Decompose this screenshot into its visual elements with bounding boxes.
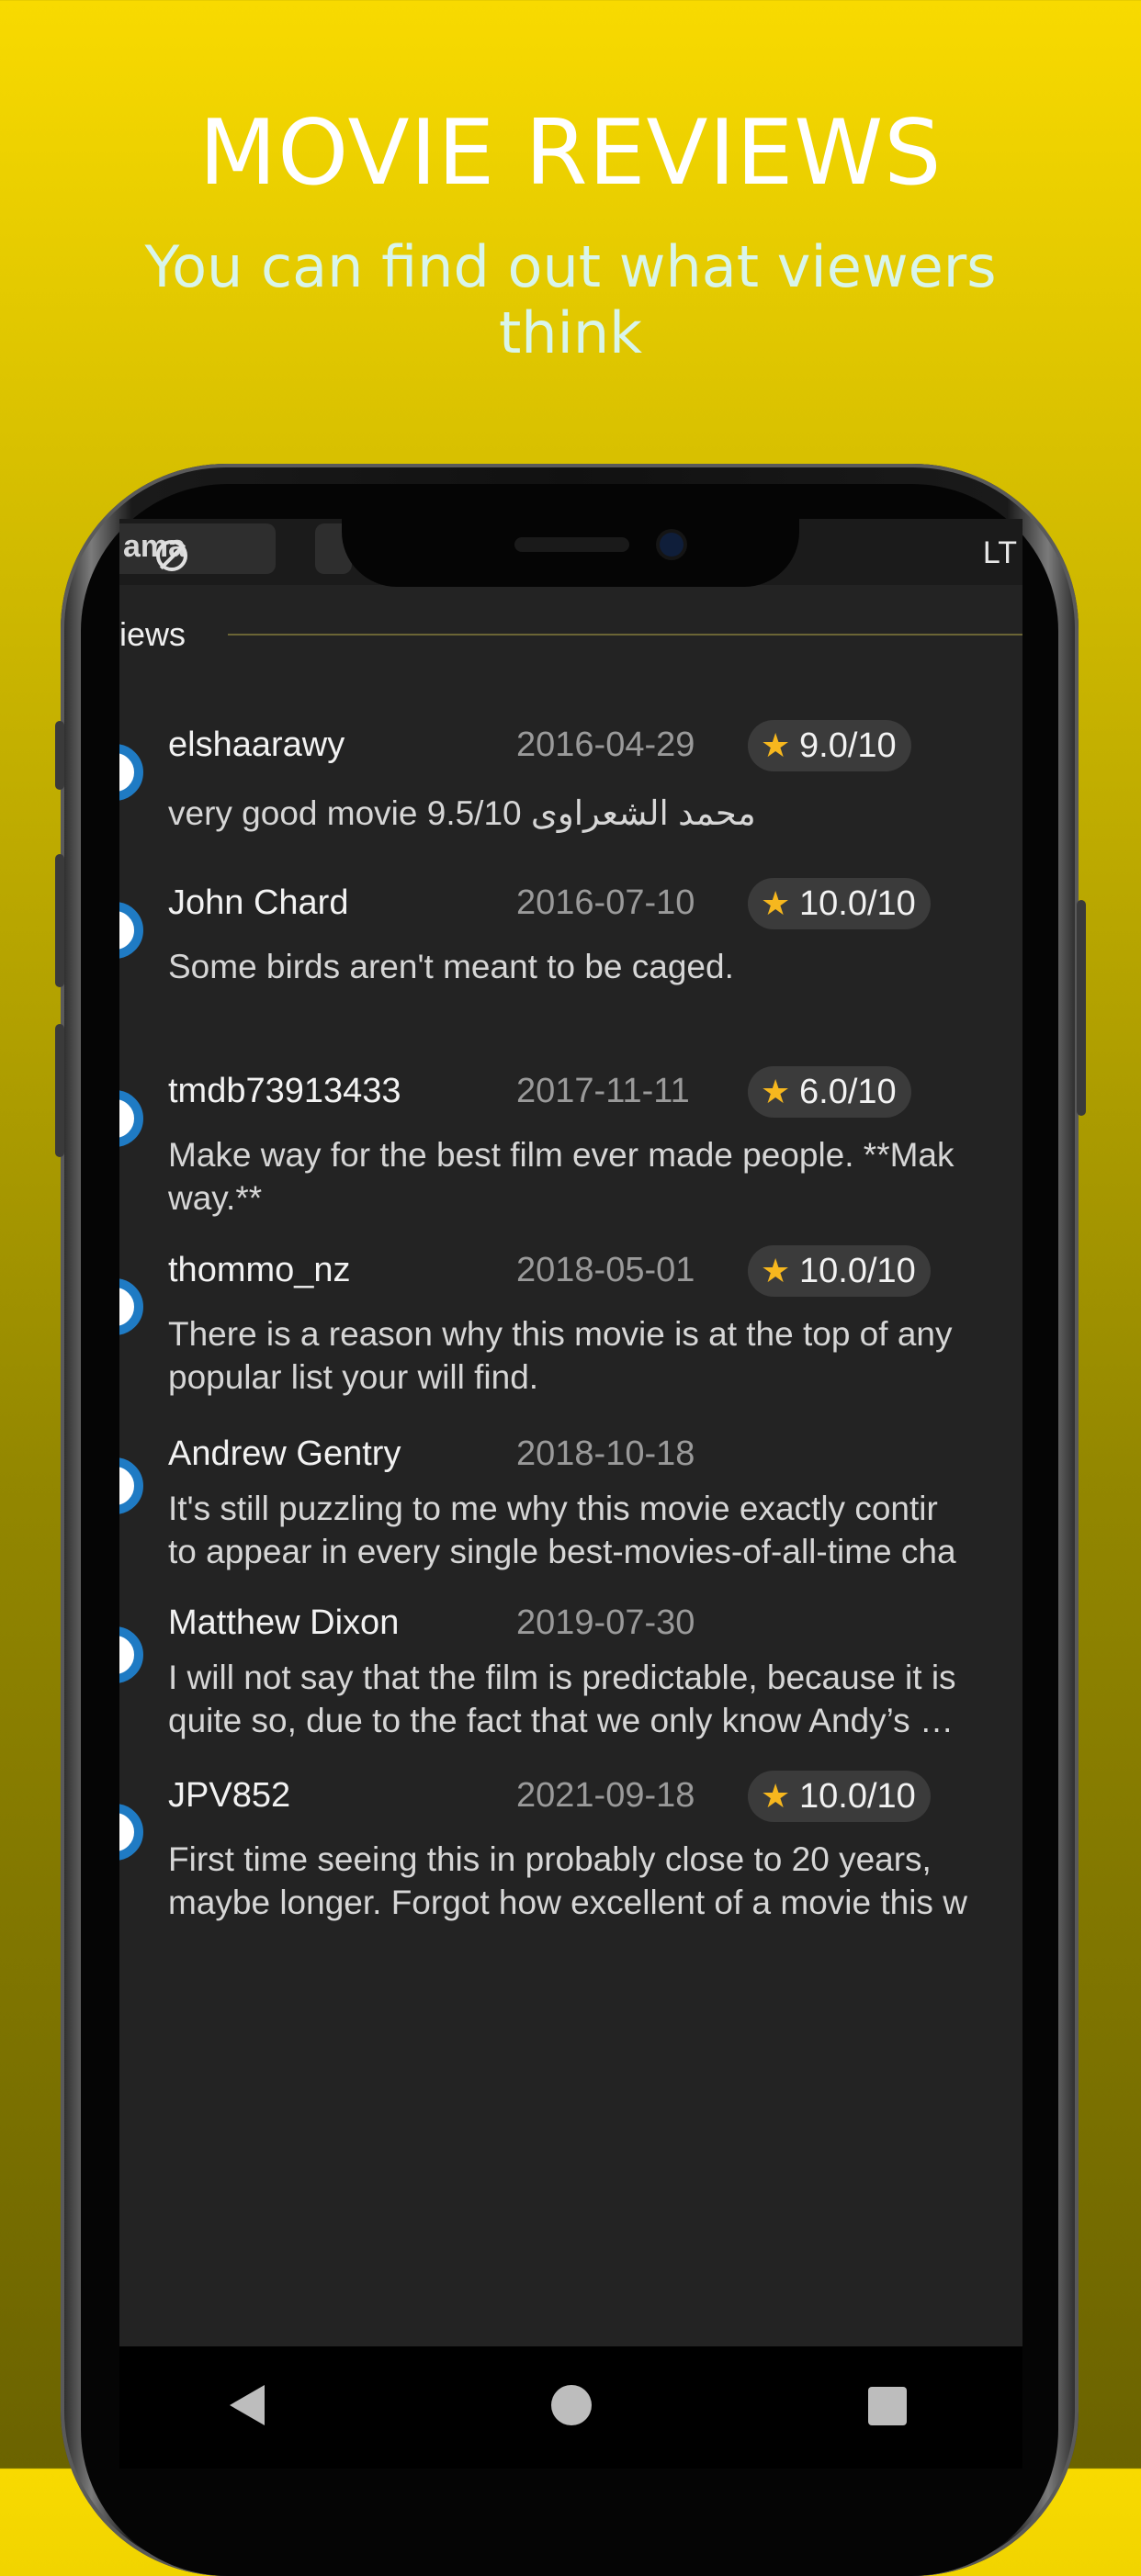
- section-divider: [228, 634, 1022, 636]
- review-author: JPV852: [168, 1776, 291, 1815]
- phone-notch: [342, 519, 799, 587]
- star-icon: ★: [761, 1073, 791, 1110]
- review-rating-badge: ★ 9.0/10: [748, 720, 911, 771]
- reviewer-avatar: [119, 902, 143, 959]
- review-text: It's still puzzling to me why this movie…: [168, 1490, 956, 1570]
- hero-subtitle-line1: You can find out what viewers: [144, 233, 997, 300]
- top-right-label: LT: [982, 535, 1017, 570]
- review-date: 2016-04-29: [516, 726, 695, 764]
- reviewer-avatar: [119, 1457, 143, 1514]
- review-text: Some birds aren't meant to be caged.: [168, 948, 734, 985]
- reviewer-avatar: [119, 1626, 143, 1683]
- review-text: I will not say that the film is predicta…: [168, 1659, 956, 1739]
- star-icon: ★: [761, 726, 791, 764]
- recent-apps-icon[interactable]: [868, 2387, 907, 2425]
- star-icon: ★: [761, 1252, 791, 1289]
- phone-camera: [660, 533, 683, 557]
- review-text: very good movie 9.5/10 محمد الشعراوى: [168, 794, 756, 832]
- system-nav-bar: [119, 2346, 1022, 2469]
- review-date: 2019-07-30: [516, 1603, 695, 1642]
- phone-speaker: [514, 537, 629, 552]
- reviewer-avatar: [119, 744, 143, 801]
- review-date: 2016-07-10: [516, 883, 695, 922]
- review-text: First time seeing this in probably close…: [168, 1840, 967, 1921]
- review-date: 2017-11-11: [516, 1072, 690, 1110]
- review-rating-badge: ★ 10.0/10: [748, 878, 931, 929]
- review-author: Andrew Gentry: [168, 1434, 401, 1473]
- star-icon: ★: [761, 1777, 791, 1815]
- phone-side-button-volume-up: [55, 854, 64, 987]
- review-rating-value: 10.0/10: [799, 884, 916, 923]
- hero-subtitle-line2: think: [498, 299, 643, 366]
- review-rating-value: 6.0/10: [799, 1073, 897, 1111]
- review-rating-value: 10.0/10: [799, 1777, 916, 1816]
- star-icon: ★: [761, 884, 791, 922]
- rating-off-icon: [156, 540, 187, 571]
- review-date: 2018-10-18: [516, 1434, 695, 1473]
- review-date: 2021-09-18: [516, 1776, 695, 1815]
- review-author: John Chard: [168, 883, 349, 922]
- review-rating-value: 9.0/10: [799, 726, 897, 765]
- phone-side-button-power: [1077, 900, 1086, 1116]
- hero-subtitle: You can find out what viewers think: [0, 234, 1141, 366]
- reviews-section-title: iews: [119, 615, 186, 653]
- phone-side-button-volume-down: [55, 1024, 64, 1157]
- reviewer-avatar: [119, 1090, 143, 1147]
- reviewer-avatar: [119, 1804, 143, 1861]
- review-rating-badge: ★ 10.0/10: [748, 1245, 931, 1297]
- hero-title: MOVIE REVIEWS: [198, 101, 943, 206]
- review-date: 2018-05-01: [516, 1251, 695, 1289]
- reviewer-avatar: [119, 1278, 143, 1335]
- review-author: Matthew Dixon: [168, 1603, 400, 1642]
- review-author: thommo_nz: [168, 1251, 351, 1289]
- app-screen: ama LT iews elshaarawy 2016-04-29 ★ 9.0/…: [119, 519, 1022, 2469]
- review-author: elshaarawy: [168, 726, 345, 764]
- review-text: Make way for the best film ever made peo…: [168, 1136, 955, 1217]
- home-icon[interactable]: [551, 2385, 592, 2425]
- review-text: There is a reason why this movie is at t…: [168, 1315, 953, 1396]
- phone-side-button-mute: [55, 721, 64, 790]
- review-rating-badge: ★ 6.0/10: [748, 1066, 911, 1118]
- tab-genre[interactable]: ama: [119, 523, 276, 574]
- review-author: tmdb73913433: [168, 1072, 401, 1110]
- review-rating-badge: ★ 10.0/10: [748, 1771, 931, 1822]
- review-rating-value: 10.0/10: [799, 1252, 916, 1290]
- back-icon[interactable]: [230, 2385, 265, 2425]
